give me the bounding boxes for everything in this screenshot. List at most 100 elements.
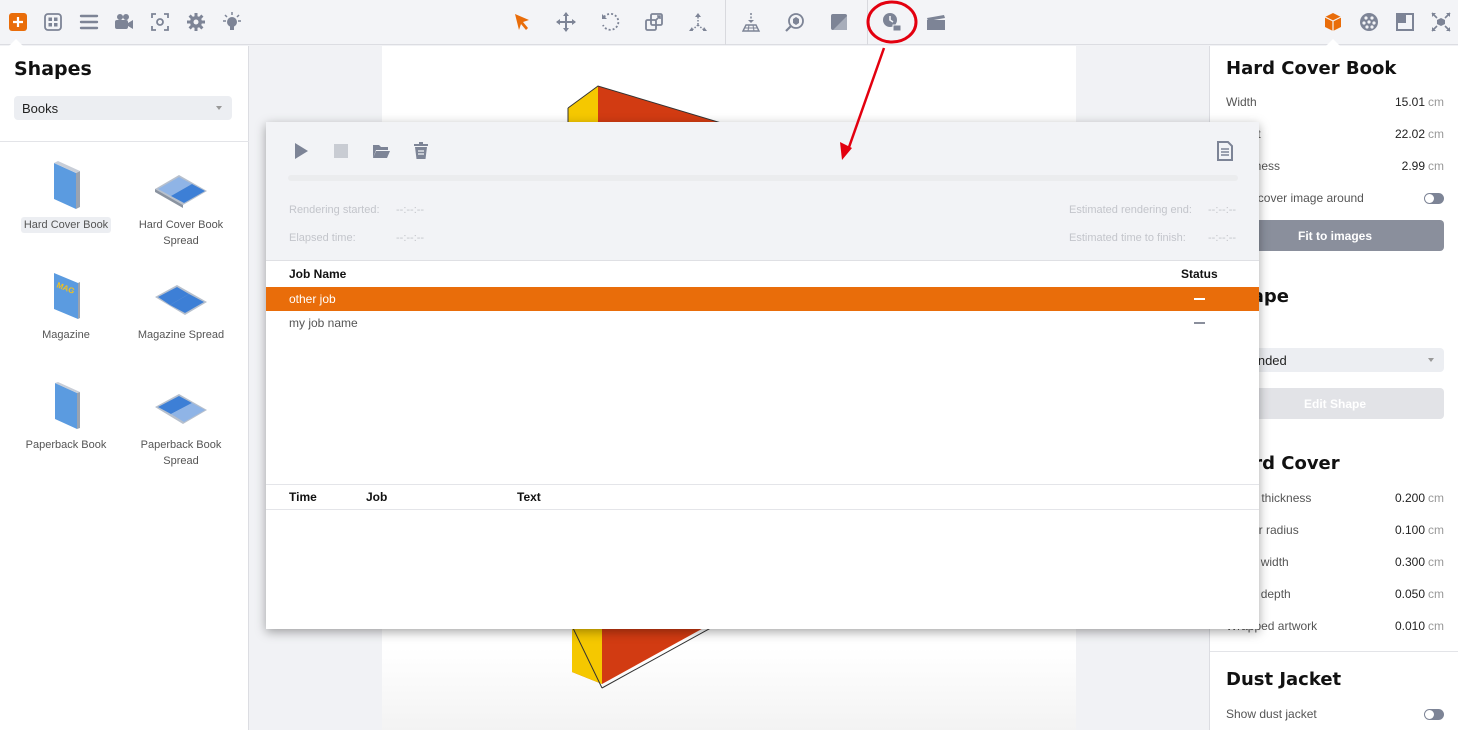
row-label: Width (1226, 95, 1257, 109)
stop-icon[interactable] (330, 140, 352, 162)
estimated-end-value: --:--:-- (1208, 204, 1237, 216)
hard-cover-book-spread-icon (126, 151, 236, 211)
status-dash-icon (1194, 322, 1205, 324)
elapsed-time-label: Elapsed time: (289, 232, 356, 244)
environment-sphere-icon[interactable] (1356, 9, 1382, 35)
active-tab-caret (9, 39, 23, 46)
job-name: my job name (289, 316, 358, 330)
panel-title: Shapes (14, 58, 92, 80)
rotate-icon[interactable] (597, 9, 623, 35)
floor-drop-icon[interactable] (738, 9, 764, 35)
row-unit: cm (1428, 127, 1444, 141)
job-row[interactable]: my job name (266, 311, 1259, 335)
category-select[interactable]: Books (14, 96, 232, 120)
gear-icon[interactable] (183, 9, 209, 35)
camera-icon[interactable] (111, 9, 137, 35)
row-value[interactable]: 15.01 (1395, 95, 1425, 109)
row-unit: cm (1428, 491, 1444, 505)
open-folder-icon[interactable] (370, 140, 392, 162)
log-time-header[interactable]: Time (289, 490, 317, 504)
main-toolbar (0, 0, 1458, 46)
row-label: Show dust jacket (1226, 707, 1317, 721)
shape-item-label: Magazine (42, 329, 90, 341)
magazine-spread-icon (126, 261, 236, 321)
shape-item-label: Paperback Book (25, 439, 107, 451)
row-value[interactable]: 0.050 (1395, 587, 1425, 601)
magazine-icon: MAG (11, 261, 121, 321)
row-value[interactable]: 0.010 (1395, 619, 1425, 633)
row-unit: cm (1428, 587, 1444, 601)
estimated-end-label: Estimated rendering end: (1069, 204, 1192, 216)
light-icon[interactable] (219, 9, 245, 35)
dust-jacket-section-title: Dust Jacket (1226, 669, 1342, 690)
shape-item-paperback-book[interactable]: Paperback Book (11, 371, 121, 453)
material-icon[interactable] (826, 9, 852, 35)
scale-icon[interactable] (641, 9, 667, 35)
row-value[interactable]: 0.100 (1395, 523, 1425, 537)
move-icon[interactable] (553, 9, 579, 35)
rendering-started-label: Rendering started: (289, 204, 380, 216)
render-progress-bar (288, 175, 1238, 181)
focus-icon[interactable] (147, 9, 173, 35)
row-unit: cm (1428, 619, 1444, 633)
divider (1210, 651, 1458, 652)
play-icon[interactable] (290, 140, 312, 162)
toolbar-separator (725, 0, 726, 45)
shape-item-paperback-book-spread[interactable]: Paperback Book Spread (126, 371, 236, 469)
dust-jacket-toggle[interactable] (1424, 708, 1444, 720)
search-object-icon[interactable] (782, 9, 808, 35)
hard-cover-book-icon (11, 151, 121, 211)
row-unit: cm (1428, 555, 1444, 569)
row-unit: cm (1428, 159, 1444, 173)
fullscreen-icon[interactable] (1428, 9, 1454, 35)
row-value[interactable]: 22.02 (1395, 127, 1425, 141)
object-title: Hard Cover Book (1226, 58, 1397, 79)
shape-item-label: Hard Cover Book Spread (138, 219, 224, 247)
shape-item-magazine-spread[interactable]: Magazine Spread (126, 261, 236, 343)
render-queue-dialog: Rendering started: --:--:-- Elapsed time… (266, 122, 1259, 629)
chevron-down-icon (216, 106, 222, 110)
shape-item-hard-cover-book[interactable]: Hard Cover Book (11, 151, 121, 233)
rendering-started-value: --:--:-- (396, 204, 425, 216)
shape-item-hard-cover-book-spread[interactable]: Hard Cover Book Spread (126, 151, 236, 249)
animation-clapper-icon[interactable] (923, 9, 949, 35)
toolbar-separator (867, 0, 868, 45)
status-header[interactable]: Status (1181, 267, 1218, 281)
object-cube-icon[interactable] (1320, 9, 1346, 35)
width-row[interactable]: Width 15.01 cm (1226, 92, 1444, 112)
render-queue-icon[interactable] (879, 9, 905, 35)
row-value[interactable]: 0.200 (1395, 491, 1425, 505)
estimated-finish-value: --:--:-- (1208, 232, 1237, 244)
job-name-header[interactable]: Job Name (289, 267, 346, 281)
list-icon[interactable] (76, 9, 102, 35)
paperback-book-icon (11, 371, 121, 431)
divider (0, 141, 249, 142)
shape-item-label: Paperback Book Spread (140, 439, 222, 467)
status-dash-icon (1194, 298, 1205, 300)
divider (266, 484, 1259, 485)
elapsed-time-value: --:--:-- (396, 232, 425, 244)
job-row[interactable]: other job (266, 287, 1259, 311)
row-value[interactable]: 0.300 (1395, 555, 1425, 569)
select-arrow-icon[interactable] (509, 9, 535, 35)
shape-item-magazine[interactable]: MAG Magazine (11, 261, 121, 343)
trash-icon[interactable] (410, 140, 432, 162)
grid-icon[interactable] (40, 9, 66, 35)
add-icon[interactable] (5, 9, 31, 35)
shape-item-label: Hard Cover Book (20, 217, 112, 233)
paperback-book-spread-icon (126, 371, 236, 431)
shapes-panel: Shapes Books Hard Cover Book Hard Cover … (0, 46, 249, 730)
frame-icon[interactable] (1392, 9, 1418, 35)
distribute-icon[interactable] (685, 9, 711, 35)
render-controls: Rendering started: --:--:-- Elapsed time… (266, 122, 1259, 261)
divider (266, 509, 1259, 510)
wrap-cover-toggle[interactable] (1424, 192, 1444, 204)
log-job-header[interactable]: Job (366, 490, 387, 504)
show-dust-jacket-row: Show dust jacket (1226, 704, 1444, 724)
row-unit: cm (1428, 95, 1444, 109)
estimated-finish-label: Estimated time to finish: (1069, 232, 1186, 244)
row-value[interactable]: 2.99 (1402, 159, 1425, 173)
log-text-header[interactable]: Text (517, 490, 541, 504)
job-name: other job (289, 292, 336, 306)
log-document-icon[interactable] (1214, 140, 1236, 162)
